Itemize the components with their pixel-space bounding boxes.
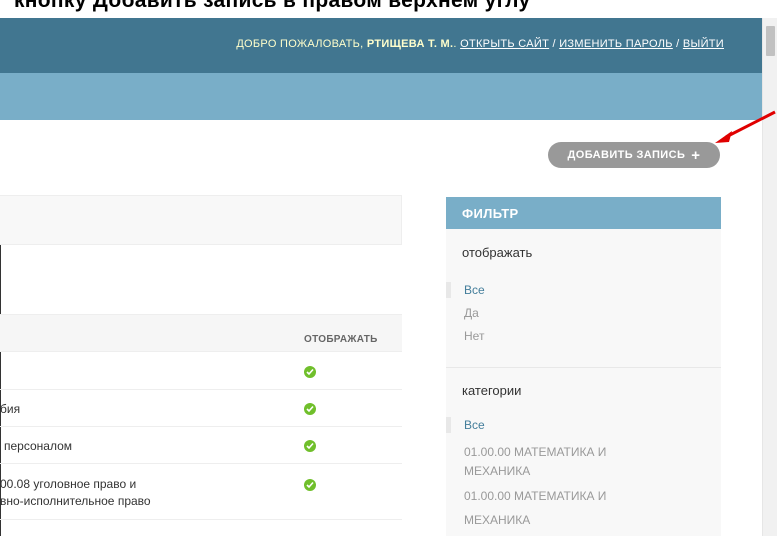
filter-option-all[interactable]: Все [464, 418, 485, 432]
welcome-text: ДОБРО ПОЖАЛОВАТЬ, [236, 38, 364, 50]
user-tools: ДОБРО ПОЖАЛОВАТЬ, РТИЩЕВА Т. М.. ОТКРЫТЬ… [236, 38, 724, 50]
top-caption-strip: кнопку Добавить запись в правом верхнем … [0, 0, 777, 18]
top-caption: кнопку Добавить запись в правом верхнем … [14, 0, 531, 12]
filter-title: ФИЛЬТР [446, 197, 721, 229]
separator: / [549, 38, 560, 50]
row-title-link[interactable]: персоналом [4, 438, 72, 454]
selected-indicator [446, 282, 451, 298]
check-icon [304, 403, 316, 415]
filter-divider [446, 367, 721, 368]
filter-option-no[interactable]: Нет [464, 329, 484, 343]
filter-option-category[interactable]: 01.00.00 МАТЕМАТИКА И [464, 445, 606, 459]
breadcrumbs-bar [0, 73, 762, 120]
row-title-link[interactable]: 00.08 уголовное право и [0, 476, 136, 492]
table-row: бия [0, 390, 402, 427]
add-record-button[interactable]: ДОБАВИТЬ ЗАПИСЬ + [548, 142, 720, 168]
column-header-display[interactable]: ОТОБРАЖАТЬ [304, 334, 378, 345]
annotation-arrow-icon [715, 110, 776, 143]
table-row: персоналом [0, 427, 402, 464]
filter-panel: ФИЛЬТР отображать Все Да Нет категории В… [446, 197, 721, 536]
filter-option-all[interactable]: Все [464, 283, 485, 297]
table-row [0, 352, 402, 390]
user-name: РТИЩЕВА Т. М. [366, 38, 454, 50]
filter-option-category[interactable]: 01.00.00 МАТЕМАТИКА И [464, 489, 606, 503]
filter-heading-category: категории [462, 383, 522, 398]
filter-option-category-line2[interactable]: МЕХАНИКА [464, 464, 530, 478]
check-icon [304, 479, 316, 491]
change-password-link[interactable]: ИЗМЕНИТЬ ПАРОЛЬ [559, 38, 673, 50]
separator: / [672, 38, 683, 50]
add-record-label: ДОБАВИТЬ ЗАПИСЬ [567, 149, 686, 161]
filter-option-yes[interactable]: Да [464, 306, 479, 320]
row-title-link-line2[interactable]: вно-исполнительное право [0, 493, 151, 509]
selected-indicator [446, 417, 451, 433]
check-icon [304, 440, 316, 452]
header: ДОБРО ПОЖАЛОВАТЬ, РТИЩЕВА Т. М.. ОТКРЫТЬ… [0, 18, 762, 73]
table-row: 00.08 уголовное право и вно-исполнительн… [0, 464, 402, 520]
check-icon [304, 366, 316, 378]
vertical-scrollbar[interactable] [762, 18, 777, 536]
logout-link[interactable]: ВЫЙТИ [683, 38, 724, 50]
scrollbar-thumb[interactable] [766, 26, 775, 56]
user-dot: . [453, 38, 457, 50]
search-toolbar [0, 195, 402, 245]
view-site-link[interactable]: ОТКРЫТЬ САЙТ [460, 38, 549, 50]
filter-option-category-line2[interactable]: МЕХАНИКА [464, 513, 530, 527]
plus-icon: + [691, 146, 701, 164]
row-title-link[interactable]: бия [0, 401, 20, 417]
filter-heading-display: отображать [462, 245, 533, 260]
table-header [0, 314, 402, 352]
